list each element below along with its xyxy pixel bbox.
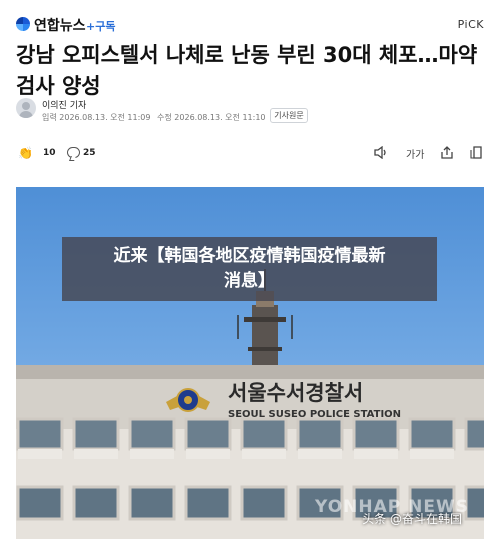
banner-line-1: 近来【韩国各地区疫情韩国疫情最新 — [113, 246, 386, 266]
updated-time: 수정 2026.08.13. 오전 11:10 — [157, 113, 266, 122]
article-timestamps: 입력 2026.08.13. 오전 11:09 수정 2026.08.13. 오… — [42, 112, 270, 123]
original-article-button[interactable]: 기사원문 — [270, 108, 308, 123]
avatar[interactable] — [16, 98, 36, 118]
article-action-bar: 👏 10 25 가가 — [0, 140, 500, 166]
agency-watermark: YONHAP NEWS — [315, 497, 469, 517]
more-icon[interactable] — [470, 146, 484, 162]
share-icon[interactable] — [440, 146, 454, 162]
font-size-button[interactable]: 가가 — [406, 146, 424, 161]
audio-icon[interactable] — [374, 145, 388, 162]
app-header: 연합뉴스 +구독 PiCK — [0, 0, 500, 44]
building-sign: 서울수서경찰서 — [228, 381, 363, 405]
reaction-icon[interactable]: 👏 — [18, 146, 33, 160]
pick-badge: PiCK — [457, 18, 484, 31]
reaction-count: 10 — [43, 148, 56, 158]
brand-name[interactable]: 연합뉴스 — [34, 15, 86, 35]
subscribe-button[interactable]: +구독 — [86, 18, 115, 34]
banner-line-2: 消息】 — [224, 271, 275, 291]
yonhap-logo-icon[interactable] — [16, 17, 30, 31]
comment-count: 25 — [83, 148, 96, 158]
published-time: 입력 2026.08.13. 오전 11:09 — [42, 113, 151, 122]
overlay-banner: 近来【韩国各地区疫情韩国疫情最新 消息】 — [62, 237, 437, 301]
author-name[interactable]: 이의진 기자 — [42, 98, 86, 111]
comment-icon[interactable] — [67, 147, 80, 158]
article-title: 강남 오피스텔서 나체로 난동 부린 30대 체포…마약검사 양성 — [16, 43, 478, 98]
